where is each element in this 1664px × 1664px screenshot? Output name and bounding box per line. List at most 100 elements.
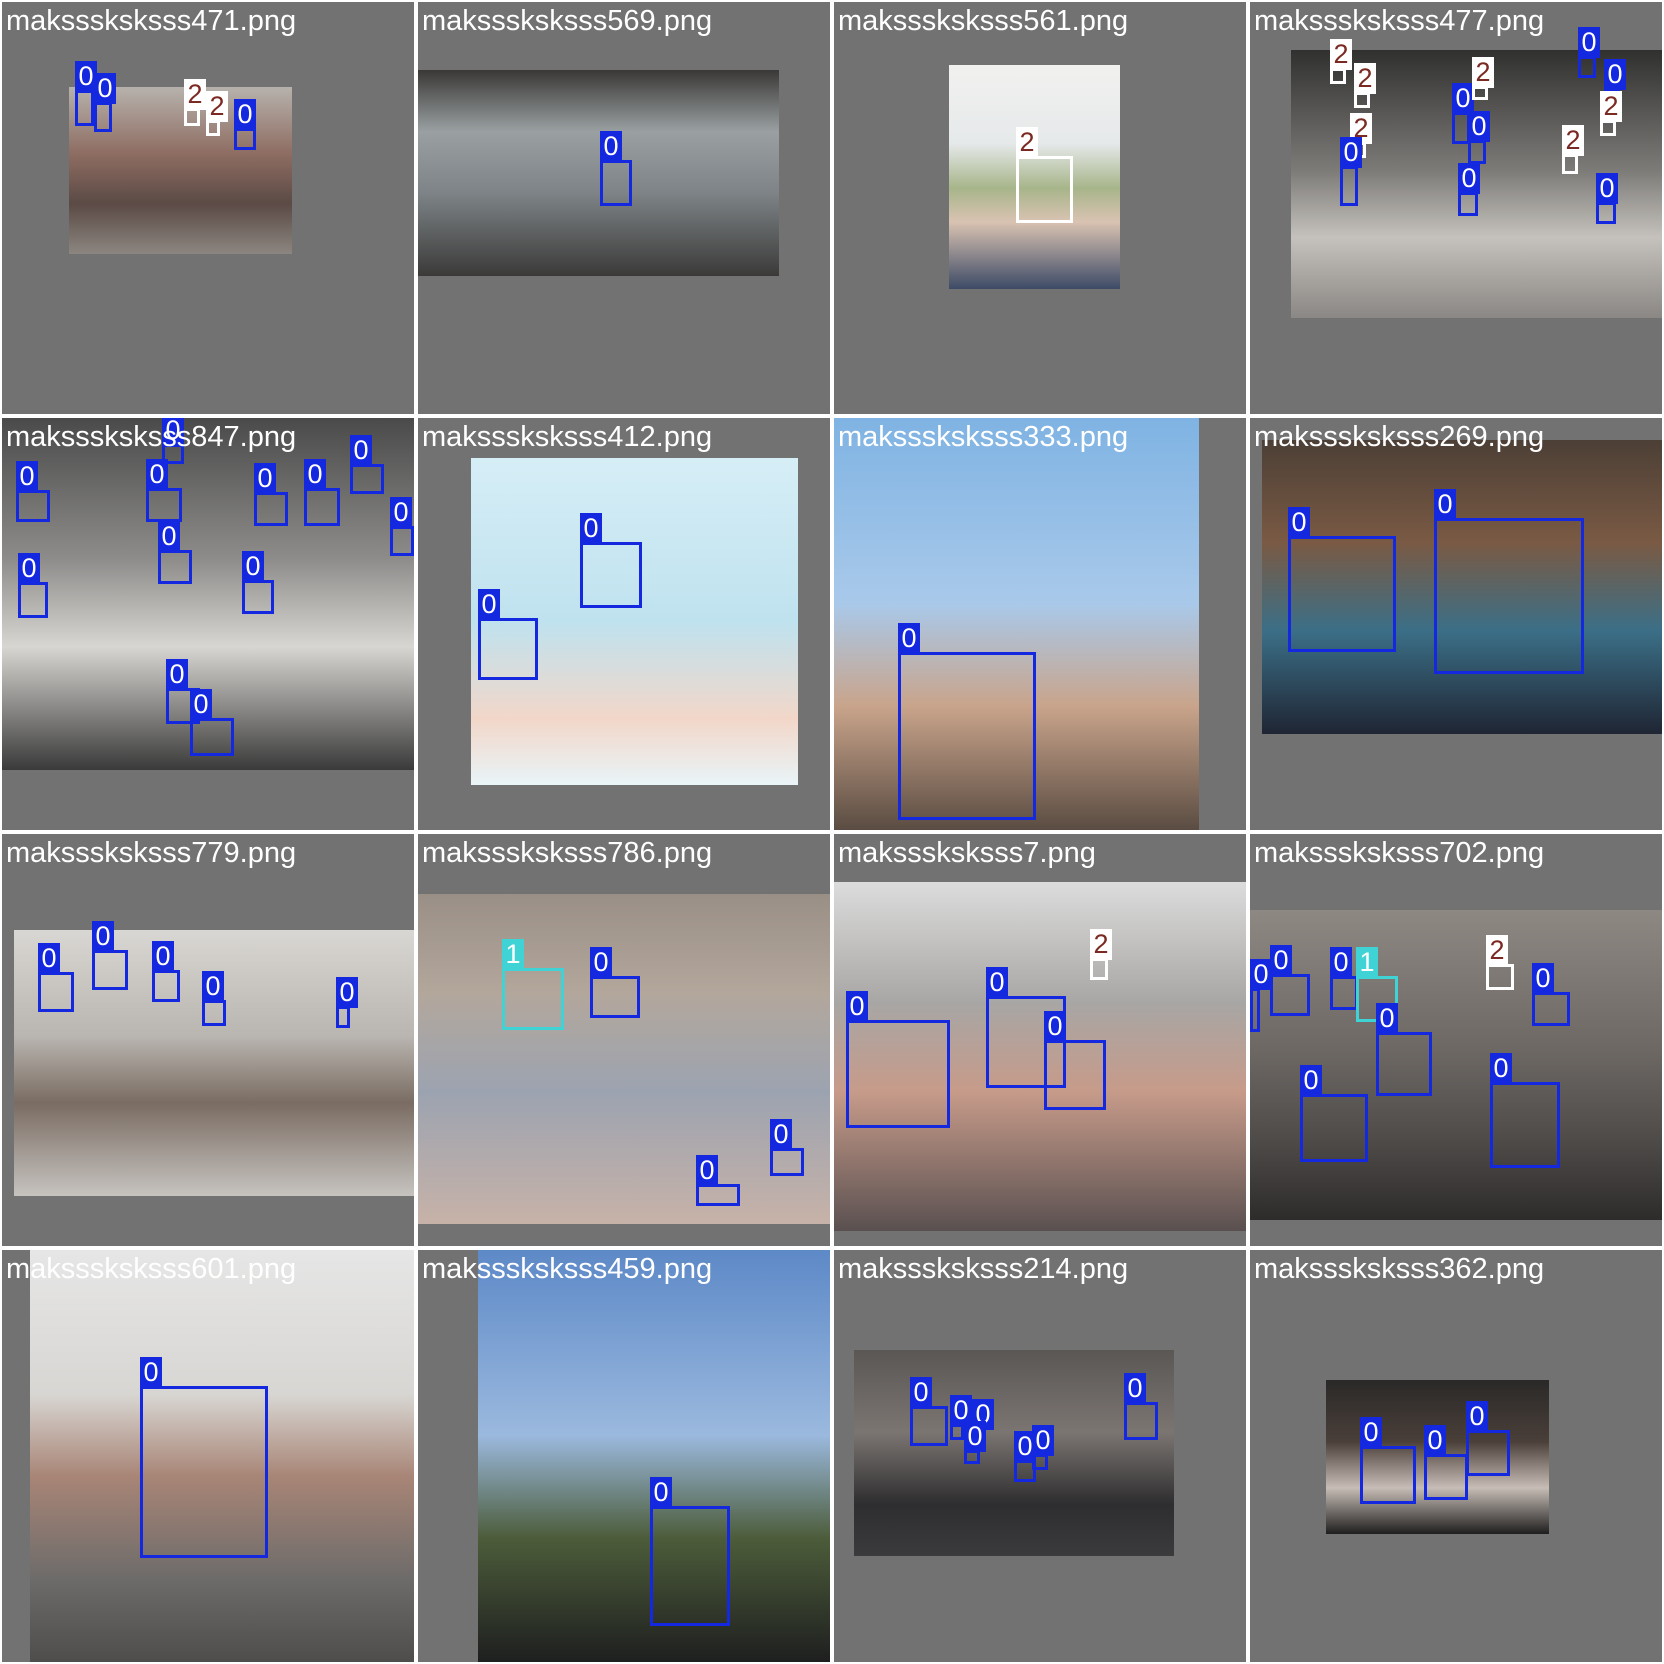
class-label: 0 xyxy=(350,435,372,466)
image-filename: maksssksksss847.png xyxy=(6,421,297,453)
image-filename: maksssksksss471.png xyxy=(6,5,297,37)
tile: 0 0 0 1 0 2 0 0 0 maksssksksss702.png xyxy=(1250,834,1662,1246)
detection-box: 2 xyxy=(1330,39,1352,84)
detection-box: 2 xyxy=(1486,935,1514,990)
detection-box: 2 xyxy=(1472,57,1494,100)
class-label: 0 xyxy=(1300,1065,1322,1096)
class-label: 2 xyxy=(1016,127,1038,158)
detection-box: 0 xyxy=(146,459,182,522)
class-label: 0 xyxy=(696,1155,718,1186)
class-label: 0 xyxy=(234,99,256,130)
class-label: 0 xyxy=(1270,945,1292,976)
detection-box: 0 xyxy=(1270,945,1310,1016)
class-label: 0 xyxy=(1468,111,1490,142)
class-label: 0 xyxy=(580,513,602,544)
class-label: 0 xyxy=(18,553,40,584)
photo xyxy=(418,70,779,276)
tile: 1 0 0 0 maksssksksss786.png xyxy=(418,834,830,1246)
class-label: 0 xyxy=(1044,1011,1066,1042)
detection-box: 0 xyxy=(1044,1011,1106,1110)
class-label: 0 xyxy=(16,461,38,492)
tile: 0 0 0 0 0 0 0 0 0 0 0 0 0 maksssksksss84… xyxy=(2,418,414,830)
image-filename: maksssksksss561.png xyxy=(838,5,1129,37)
class-label: 0 xyxy=(190,689,212,720)
detection-box: 1 xyxy=(502,939,564,1030)
detection-box: 2 xyxy=(1600,91,1622,136)
class-label: 2 xyxy=(1472,57,1494,88)
class-label: 0 xyxy=(158,521,180,552)
class-label: 1 xyxy=(1356,947,1378,978)
class-label: 0 xyxy=(94,73,116,104)
detection-box: 0 xyxy=(92,921,128,990)
detection-box: 0 xyxy=(590,947,640,1018)
class-label: 0 xyxy=(898,623,920,654)
class-label: 0 xyxy=(650,1477,672,1508)
detection-box: 0 xyxy=(336,977,358,1028)
detection-box: 0 xyxy=(140,1357,268,1558)
mosaic-grid: 0 0 2 2 0 maksssksksss471.png 0 maksssks… xyxy=(0,0,1664,1664)
image-filename: maksssksksss7.png xyxy=(838,837,1096,869)
class-label: 0 xyxy=(1604,59,1626,90)
class-label: 0 xyxy=(140,1357,162,1388)
class-label: 0 xyxy=(152,941,174,972)
class-label: 2 xyxy=(1354,63,1376,94)
detection-box: 0 xyxy=(350,435,384,494)
detection-box: 0 xyxy=(94,73,116,132)
image-filename: maksssksksss786.png xyxy=(422,837,713,869)
class-label: 0 xyxy=(846,991,868,1022)
tile: 0 0 2 2 0 maksssksksss471.png xyxy=(2,2,414,414)
photo xyxy=(14,930,414,1196)
detection-box: 0 xyxy=(950,1395,972,1440)
image-filename: maksssksksss702.png xyxy=(1254,837,1545,869)
detection-box: 0 xyxy=(1578,27,1600,78)
detection-box: 0 xyxy=(1466,1401,1510,1476)
tile: 0 0 0 2 maksssksksss7.png xyxy=(834,834,1246,1246)
detection-box: 0 xyxy=(152,941,180,1002)
photo xyxy=(418,894,830,1224)
detection-box: 0 xyxy=(696,1155,740,1206)
class-label: 0 xyxy=(600,131,622,162)
detection-box: 0 xyxy=(1434,489,1584,674)
detection-box: 2 xyxy=(206,91,228,136)
class-label: 0 xyxy=(770,1119,792,1150)
class-label: 0 xyxy=(1330,947,1352,978)
detection-box: 0 xyxy=(1124,1373,1158,1440)
detection-box: 0 xyxy=(1532,963,1570,1026)
class-label: 2 xyxy=(1486,935,1508,966)
class-label: 0 xyxy=(1250,959,1272,990)
detection-box: 0 xyxy=(304,459,340,526)
class-label: 2 xyxy=(1090,929,1112,960)
class-label: 2 xyxy=(1330,39,1352,70)
class-label: 2 xyxy=(184,79,206,110)
detection-box: 0 xyxy=(1376,1003,1432,1096)
class-label: 0 xyxy=(1360,1417,1382,1448)
detection-box: 2 xyxy=(184,79,206,126)
detection-box: 0 xyxy=(158,521,192,584)
tile: 2 2 2 0 0 0 2 0 0 0 2 2 0 maksssksksss47… xyxy=(1250,2,1662,414)
image-filename: maksssksksss779.png xyxy=(6,837,297,869)
tile: 0 0 0 0 0 0 0 maksssksksss214.png xyxy=(834,1250,1246,1662)
class-label: 0 xyxy=(964,1421,986,1452)
class-label: 0 xyxy=(590,947,612,978)
detection-box: 0 xyxy=(1340,137,1362,206)
detection-box: 0 xyxy=(1424,1425,1468,1500)
class-label: 0 xyxy=(986,967,1008,998)
class-label: 0 xyxy=(1458,163,1480,194)
detection-box: 0 xyxy=(1288,507,1396,652)
detection-box: 2 xyxy=(1354,63,1376,108)
detection-box: 0 xyxy=(910,1377,948,1446)
tile: 0 0 maksssksksss412.png xyxy=(418,418,830,830)
detection-box: 2 xyxy=(1562,125,1584,174)
class-label: 0 xyxy=(202,971,224,1002)
class-label: 0 xyxy=(336,977,358,1008)
detection-box: 0 xyxy=(650,1477,730,1626)
class-label: 0 xyxy=(1124,1373,1146,1404)
tile: 0 maksssksksss569.png xyxy=(418,2,830,414)
detection-box: 0 xyxy=(16,461,50,522)
class-label: 0 xyxy=(146,459,168,490)
class-label: 0 xyxy=(1288,507,1310,538)
image-filename: maksssksksss412.png xyxy=(422,421,713,453)
detection-box: 0 xyxy=(18,553,48,618)
class-label: 2 xyxy=(206,91,228,122)
tile: 0 0 0 maksssksksss362.png xyxy=(1250,1250,1662,1662)
